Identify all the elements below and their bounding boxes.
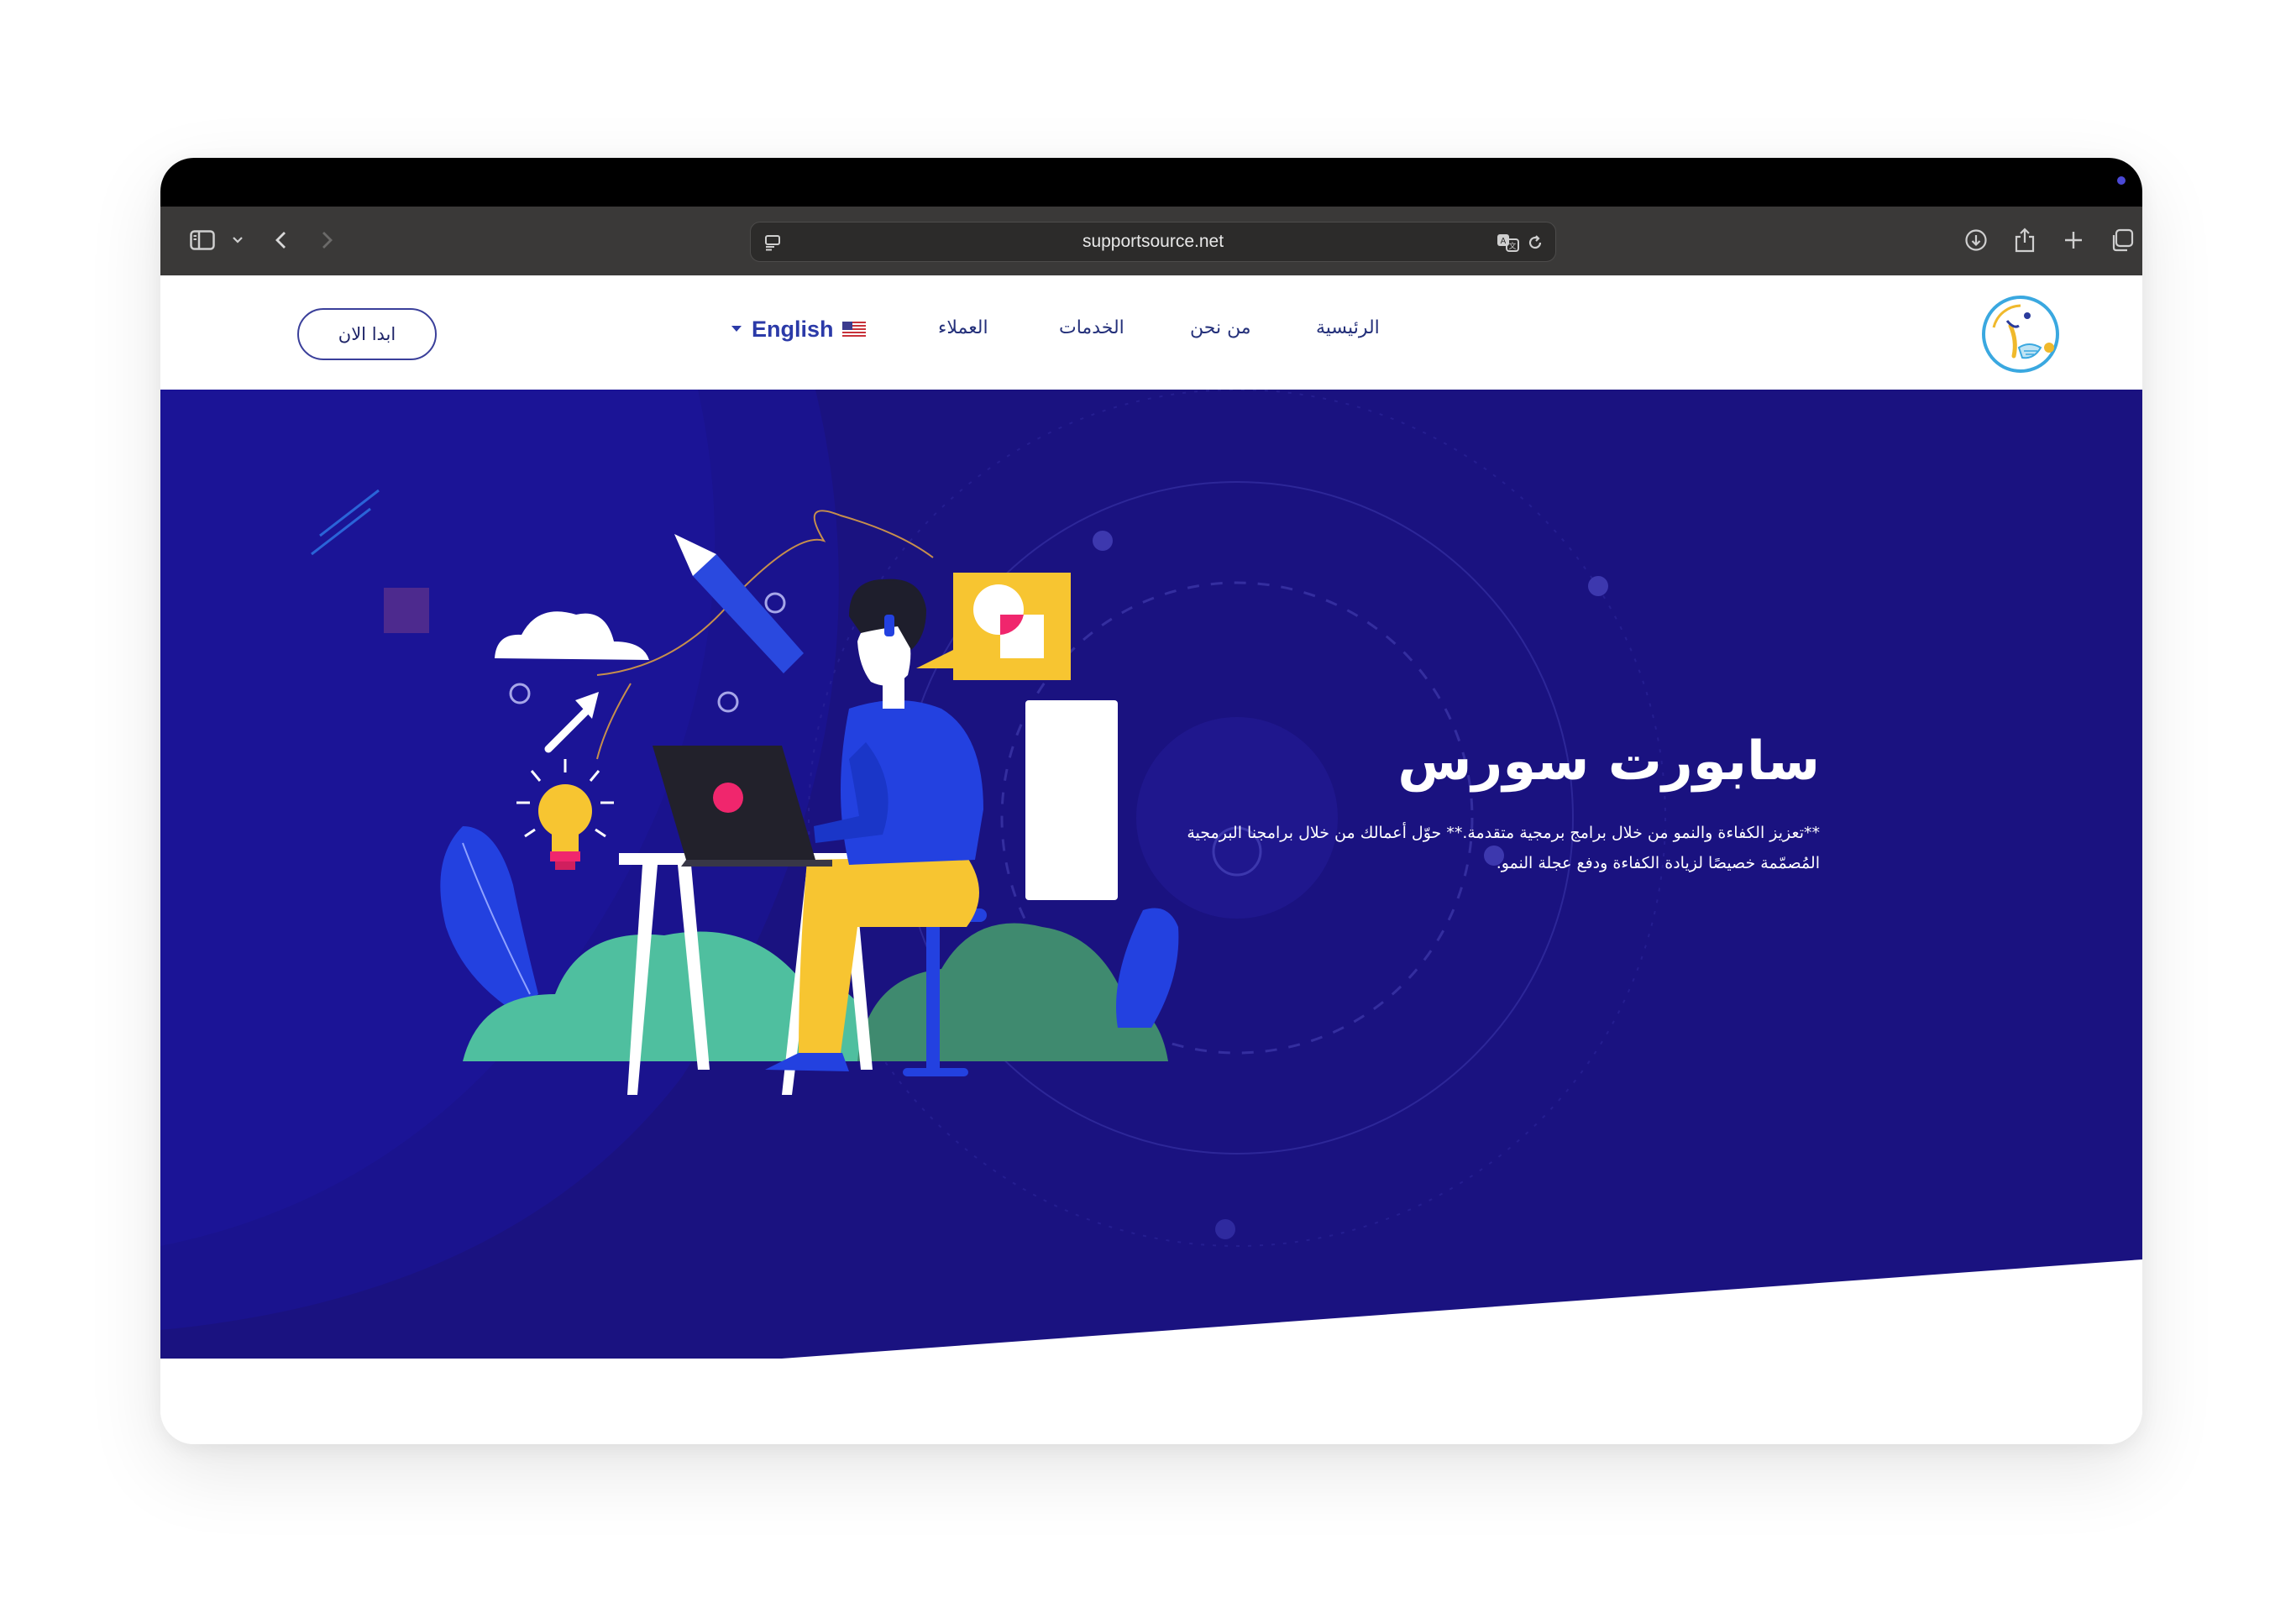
svg-text:A: A xyxy=(1501,237,1507,246)
hero-illustration xyxy=(160,390,2142,1359)
site-logo[interactable] xyxy=(1979,292,2063,376)
camera-indicator xyxy=(2117,176,2126,185)
forward-arrow-icon[interactable] xyxy=(310,223,343,257)
hero-description: **تعزيز الكفاءة والنمو من خلال برامج برم… xyxy=(1187,824,1820,872)
chevron-down-icon[interactable] xyxy=(221,223,254,257)
tab-overview-icon[interactable] xyxy=(2105,223,2139,257)
back-arrow-icon[interactable] xyxy=(265,223,298,257)
new-tab-icon[interactable] xyxy=(2057,223,2090,257)
reload-icon[interactable] xyxy=(1523,231,1547,254)
hero-section: سابورت سورس **تعزيز الكفاءة والنمو من خل… xyxy=(160,390,2142,1444)
language-label: English xyxy=(752,316,834,342)
caret-down-icon xyxy=(731,326,742,332)
language-selector[interactable]: English xyxy=(730,312,866,346)
browser-toolbar: supportsource.net A文 xyxy=(160,207,2142,275)
svg-text:文: 文 xyxy=(1508,241,1516,251)
url-text[interactable]: supportsource.net xyxy=(751,223,1555,261)
nav-link-home[interactable]: الرئيسية xyxy=(1316,317,1380,338)
device-frame: supportsource.net A文 الرئيسية من نحن الخ… xyxy=(160,158,2142,1444)
address-bar[interactable]: supportsource.net A文 xyxy=(750,222,1556,262)
translate-icon[interactable]: A文 xyxy=(1497,231,1520,254)
sidebar-toggle-icon[interactable] xyxy=(186,223,219,257)
nav-link-about[interactable]: من نحن xyxy=(1190,317,1251,338)
hero-title: سابورت سورس xyxy=(1397,730,1820,793)
device-top-bar xyxy=(160,158,2142,207)
nav-link-services[interactable]: الخدمات xyxy=(1059,317,1124,338)
download-icon[interactable] xyxy=(1959,223,1993,257)
start-now-button[interactable]: ابدا الان xyxy=(297,308,437,360)
nav-link-clients[interactable]: العملاء xyxy=(938,317,988,338)
share-icon[interactable] xyxy=(2008,223,2042,257)
site-navbar: الرئيسية من نحن الخدمات العملاء English … xyxy=(160,275,2142,390)
us-flag-icon xyxy=(841,322,866,337)
